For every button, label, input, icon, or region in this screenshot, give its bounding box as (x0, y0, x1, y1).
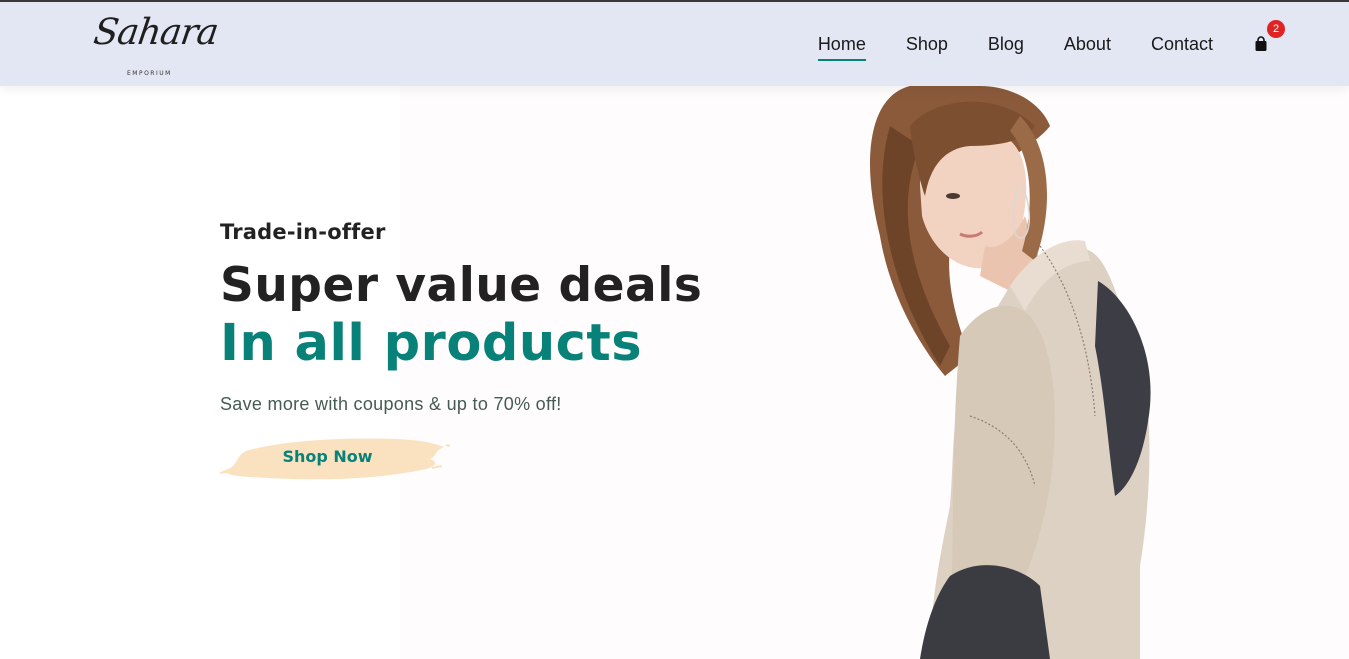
brand-logo[interactable]: Sahara EMPORIUM (91, 8, 224, 80)
hero-model-image (850, 86, 1170, 659)
brand-tagline: EMPORIUM (127, 70, 172, 77)
nav-about[interactable]: About (1064, 34, 1111, 55)
hero-subtitle: In all products (220, 314, 643, 373)
hero-pretitle: Trade-in-offer (220, 220, 386, 244)
nav-blog[interactable]: Blog (988, 34, 1024, 55)
main-nav: Home Shop Blog About Contact 2 (778, 2, 1285, 86)
hero-description: Save more with coupons & up to 70% off! (220, 394, 562, 414)
hero-content: Trade-in-offer Super value deals In all … (220, 220, 702, 415)
shop-now-label: Shop Now (282, 447, 373, 466)
site-header: Sahara EMPORIUM Home Shop Blog About Con… (0, 2, 1349, 86)
cart-count-badge: 2 (1267, 20, 1285, 38)
hero-title: Super value deals (220, 258, 703, 313)
nav-contact[interactable]: Contact (1151, 34, 1213, 55)
nav-home[interactable]: Home (817, 34, 866, 61)
shopping-bag-icon (1255, 36, 1267, 51)
nav-shop[interactable]: Shop (906, 34, 948, 55)
cart-button[interactable]: 2 (1253, 20, 1285, 52)
brand-name: Sahara (91, 12, 221, 53)
shop-now-button[interactable]: Shop Now (220, 435, 450, 483)
